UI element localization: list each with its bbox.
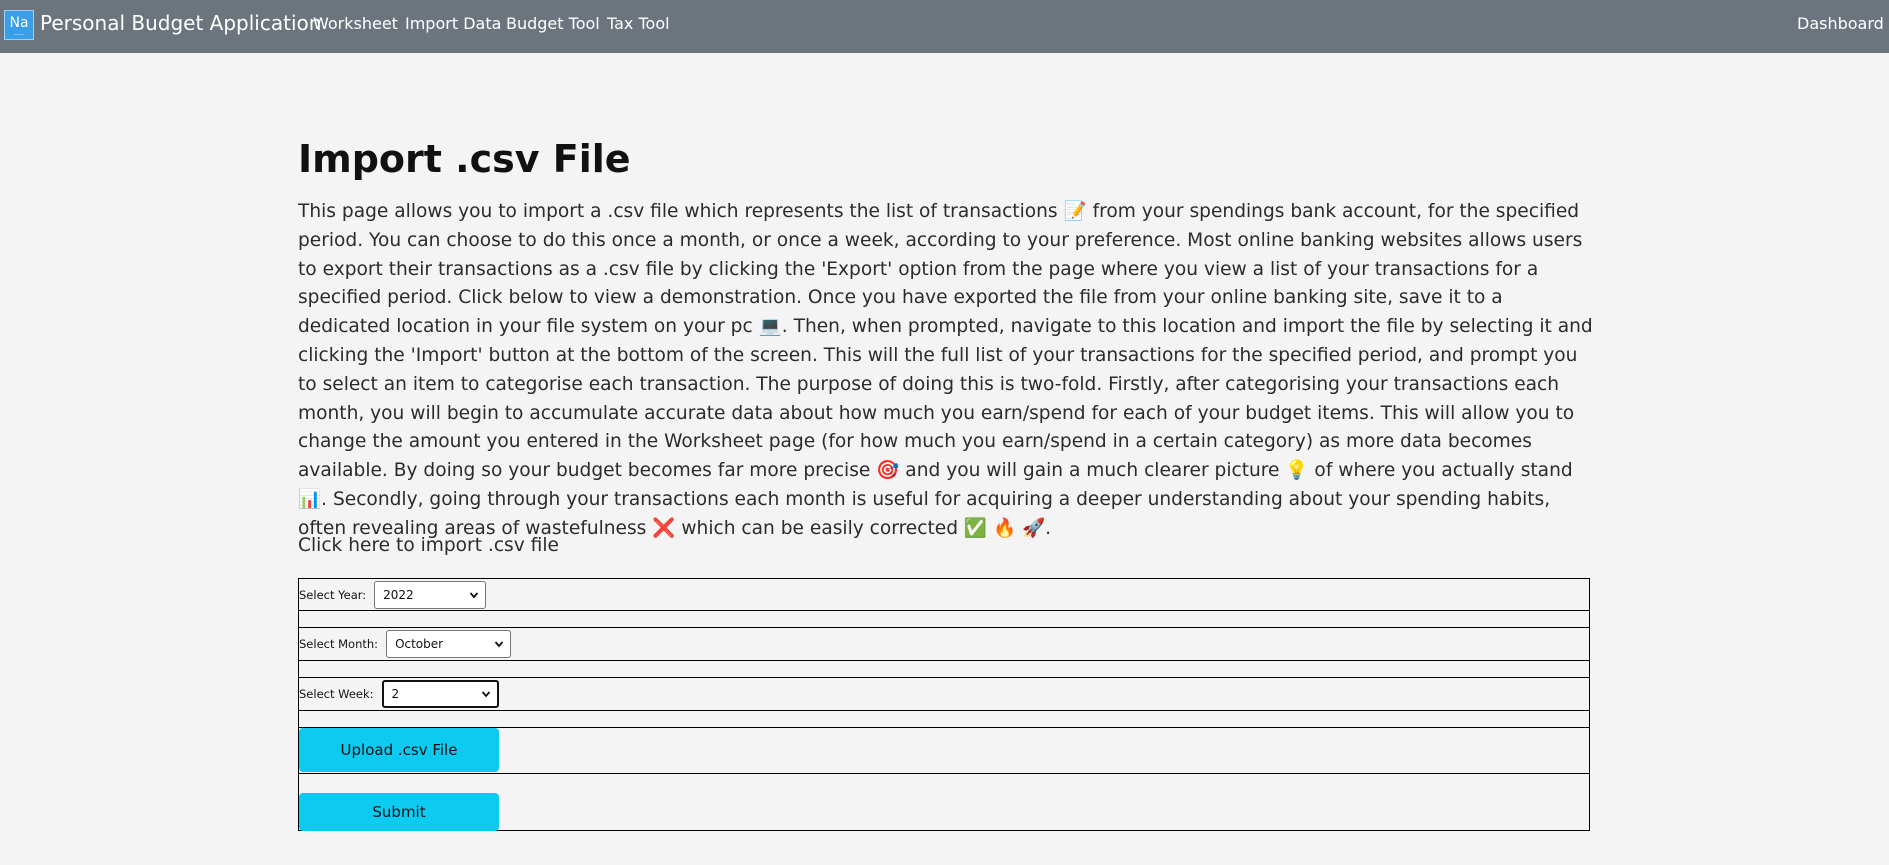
submit-button[interactable]: Submit [299,793,499,831]
brand-logo-text: Na [9,14,29,31]
upload-csv-button[interactable]: Upload .csv File [299,728,499,772]
nav-link-tax-tool[interactable]: Tax Tool [607,14,670,34]
year-label: Select Year: [299,587,367,602]
month-select-value: October [395,637,444,651]
month-select[interactable]: October [386,630,512,658]
submit-row: Submit [299,774,1589,831]
form-spacer [299,661,1589,678]
week-select-value: 2 [391,687,400,701]
brand-title[interactable]: Personal Budget Application [40,11,321,35]
nav-link-import-data[interactable]: Import Data [405,14,501,34]
nav-link-dashboard[interactable]: Dashboard [1797,14,1884,34]
import-csv-link[interactable]: Click here to import .csv file [298,532,559,560]
upload-row: Upload .csv File [299,728,1589,774]
chevron-down-icon [481,691,490,698]
page-title: Import .csv File [298,137,631,181]
top-navbar: Na ____ Personal Budget Application Work… [0,0,1889,53]
form-spacer [299,611,1589,628]
chevron-down-icon [494,641,504,648]
nav-link-worksheet[interactable]: Worksheet [313,14,398,34]
chevron-down-icon [469,591,479,598]
brand-logo-subline: ____ [14,28,24,35]
nav-link-budget-tool[interactable]: Budget Tool [506,14,600,34]
brand-logo-icon[interactable]: Na ____ [4,10,34,40]
import-form: Select Year: 2022 Select Month: October … [298,578,1590,831]
month-row: Select Month: October [299,628,1589,661]
year-select[interactable]: 2022 [374,580,487,609]
week-row: Select Week: 2 [299,678,1589,711]
intro-paragraph: This page allows you to import a .csv fi… [298,201,1593,539]
year-row: Select Year: 2022 [299,579,1589,611]
year-select-value: 2022 [383,587,414,602]
month-label: Select Month: [299,637,379,651]
week-label: Select Week: [299,687,374,701]
week-select[interactable]: 2 [381,680,499,708]
form-spacer [299,711,1589,728]
